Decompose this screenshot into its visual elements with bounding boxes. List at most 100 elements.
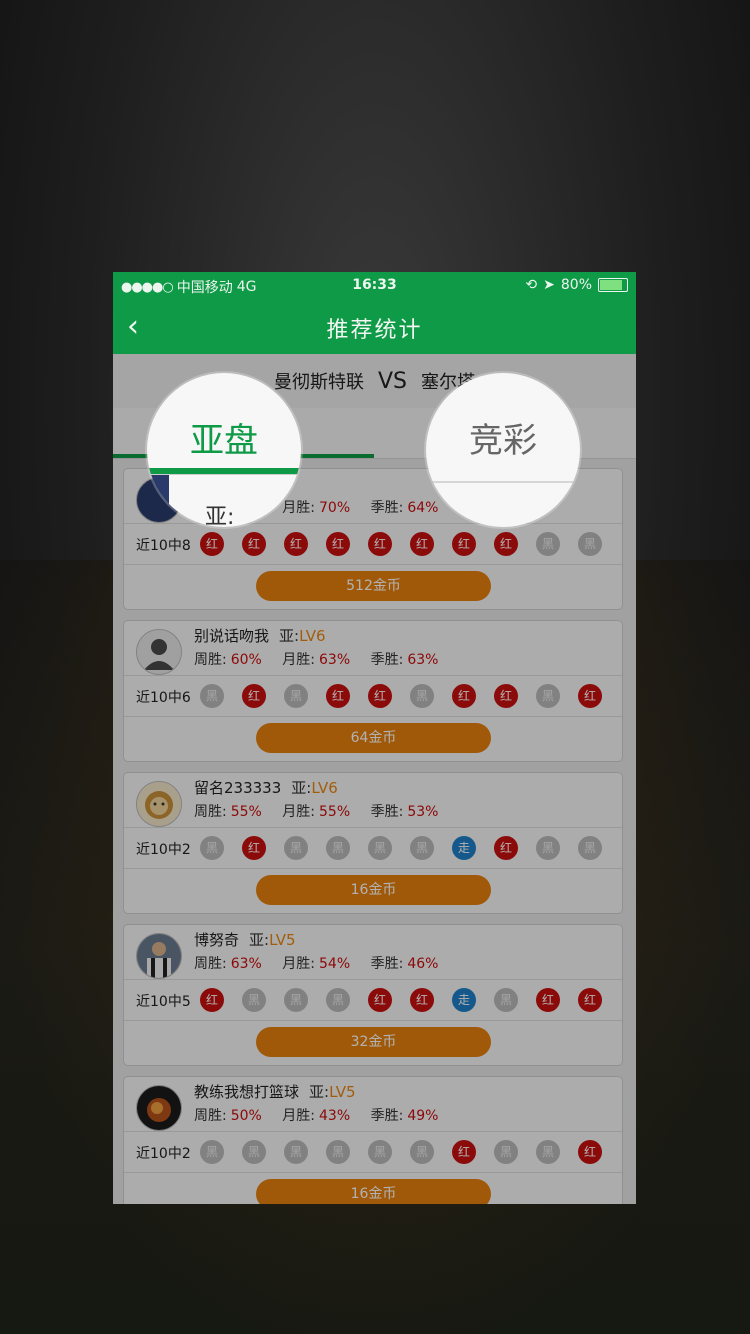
result-dot: 黑 (242, 1140, 266, 1164)
result-dot: 红 (368, 532, 392, 556)
recent-summary: 近10中8 (136, 538, 191, 554)
win-rates: 周胜: 60% 月胜: 63% 季胜: 63% (194, 652, 439, 668)
magnified-tab-label: 亚盘 (190, 421, 258, 461)
result-dot: 黑 (536, 1140, 560, 1164)
tipster-level: LV6 (311, 779, 338, 797)
result-dot: 黑 (578, 532, 602, 556)
avatar (136, 781, 182, 827)
page-title: 推荐统计 (326, 318, 423, 343)
tipster-card[interactable]: 教练我想打篮球 亚:LV5 周胜: 50% 月胜: 43% 季胜: 49% 近10中2 … (123, 1076, 623, 1204)
result-dot: 红 (494, 532, 518, 556)
win-rates: 周胜: 55% 月胜: 55% 季胜: 53% (194, 804, 439, 820)
result-dot: 红 (536, 988, 560, 1012)
result-dot: 黑 (410, 684, 434, 708)
result-dot: 黑 (410, 1140, 434, 1164)
result-dot: 黑 (368, 836, 392, 860)
tipster-name-line: 博努奇 亚:LV5 (194, 931, 296, 949)
tipster-level: LV6 (299, 627, 326, 645)
result-dot: 红 (494, 836, 518, 860)
result-dot: 红 (452, 1140, 476, 1164)
tipster-name-line: 别说话吻我 亚:LV6 (194, 627, 326, 645)
result-dot: 黑 (242, 988, 266, 1012)
result-dot: 红 (242, 836, 266, 860)
result-dot: 黑 (536, 684, 560, 708)
result-dot: 黑 (284, 1140, 308, 1164)
unlock-price-button[interactable]: 16金币 (256, 1179, 491, 1204)
nav-bar: ‹ 推荐统计 (113, 300, 636, 354)
battery-icon (598, 278, 628, 292)
recent-results: 近10中5 红黑黑黑红红走黑红红 (124, 979, 622, 1021)
result-dot: 红 (452, 532, 476, 556)
result-dot: 红 (368, 684, 392, 708)
recent-summary: 近10中5 (136, 994, 191, 1010)
recent-summary: 近10中2 (136, 842, 191, 858)
result-dot: 红 (578, 1140, 602, 1164)
result-dot: 黑 (410, 836, 434, 860)
magnified-tab-label: 竞彩 (469, 421, 537, 461)
result-dot: 红 (326, 532, 350, 556)
tipster-card[interactable]: 留名233333 亚:LV6 周胜: 55% 月胜: 55% 季胜: 53% 近10中2… (123, 772, 623, 914)
result-dot: 红 (410, 988, 434, 1012)
result-dot: 黑 (494, 988, 518, 1012)
recent-results: 近10中2 黑黑黑黑黑黑红黑黑红 (124, 1131, 622, 1173)
tipster-level: LV5 (269, 931, 296, 949)
recent-summary: 近10中2 (136, 1146, 191, 1162)
result-dot: 黑 (536, 836, 560, 860)
magnified-partial-text: 亚: (205, 505, 235, 527)
result-dot: 黑 (326, 988, 350, 1012)
home-team: 曼彻斯特联 (273, 372, 364, 393)
status-bar: ●●●●○ 中国移动 4G 16:33 ⟲ ➤ 80% (113, 272, 636, 300)
result-dot: 红 (284, 532, 308, 556)
result-dot: 红 (200, 988, 224, 1012)
vs-label: VS (377, 368, 407, 394)
result-dot: 黑 (284, 988, 308, 1012)
tipster-card[interactable]: 博努奇 亚:LV5 周胜: 63% 月胜: 54% 季胜: 46% 近10中5 红黑黑黑… (123, 924, 623, 1066)
tipster-name: 博努奇 (194, 931, 240, 949)
tipster-name: 教练我想打篮球 (194, 1083, 300, 1101)
magnified-divider (426, 481, 580, 483)
win-rates: 周胜: 50% 月胜: 43% 季胜: 49% (194, 1108, 439, 1124)
tipster-card[interactable]: 别说话吻我 亚:LV6 周胜: 60% 月胜: 63% 季胜: 63% 近10中6 黑红… (123, 620, 623, 762)
unlock-price-button[interactable]: 32金币 (256, 1027, 491, 1057)
unlock-price-button[interactable]: 16金币 (256, 875, 491, 905)
avatar (136, 933, 182, 979)
battery-percent: 80% (560, 277, 592, 293)
result-dot: 红 (368, 988, 392, 1012)
location-icon: ➤ (543, 277, 555, 293)
result-dot: 红 (410, 532, 434, 556)
result-dot: 黑 (326, 836, 350, 860)
result-dot: 黑 (200, 684, 224, 708)
win-rates: 周胜: 63% 月胜: 54% 季胜: 46% (194, 956, 439, 972)
result-dot: 红 (200, 532, 224, 556)
recent-results: 近10中6 黑红黑红红黑红红黑红 (124, 675, 622, 717)
result-dot: 黑 (494, 1140, 518, 1164)
result-dot: 黑 (200, 836, 224, 860)
magnifier-tab-lottery: 竞彩 (426, 373, 580, 527)
result-dot: 黑 (326, 1140, 350, 1164)
tipster-level: LV5 (329, 1083, 356, 1101)
recent-summary: 近10中6 (136, 690, 191, 706)
result-dot: 黑 (368, 1140, 392, 1164)
result-dot: 黑 (284, 836, 308, 860)
result-dot: 黑 (578, 836, 602, 860)
tipster-name: 别说话吻我 (194, 627, 270, 645)
magnified-avatar-edge (147, 475, 169, 527)
result-dot: 走 (452, 988, 476, 1012)
result-dot: 红 (242, 684, 266, 708)
magnifier-tab-asian-handicap: 亚盘 亚: (147, 373, 301, 527)
result-dot: 红 (242, 532, 266, 556)
avatar (136, 1085, 182, 1131)
result-dot: 走 (452, 836, 476, 860)
unlock-price-button[interactable]: 512金币 (256, 571, 491, 601)
result-dot: 红 (452, 684, 476, 708)
recent-results: 近10中8 红红红红红红红红黑黑 (124, 523, 622, 565)
result-dot: 红 (578, 988, 602, 1012)
result-dot: 红 (578, 684, 602, 708)
result-dot: 红 (494, 684, 518, 708)
unlock-price-button[interactable]: 64金币 (256, 723, 491, 753)
avatar (136, 629, 182, 675)
tipster-name-line: 教练我想打篮球 亚:LV5 (194, 1083, 356, 1101)
recent-results: 近10中2 黑红黑黑黑黑走红黑黑 (124, 827, 622, 869)
tipster-name-line: 留名233333 亚:LV6 (194, 779, 338, 797)
rotation-lock-icon: ⟲ (525, 277, 538, 293)
